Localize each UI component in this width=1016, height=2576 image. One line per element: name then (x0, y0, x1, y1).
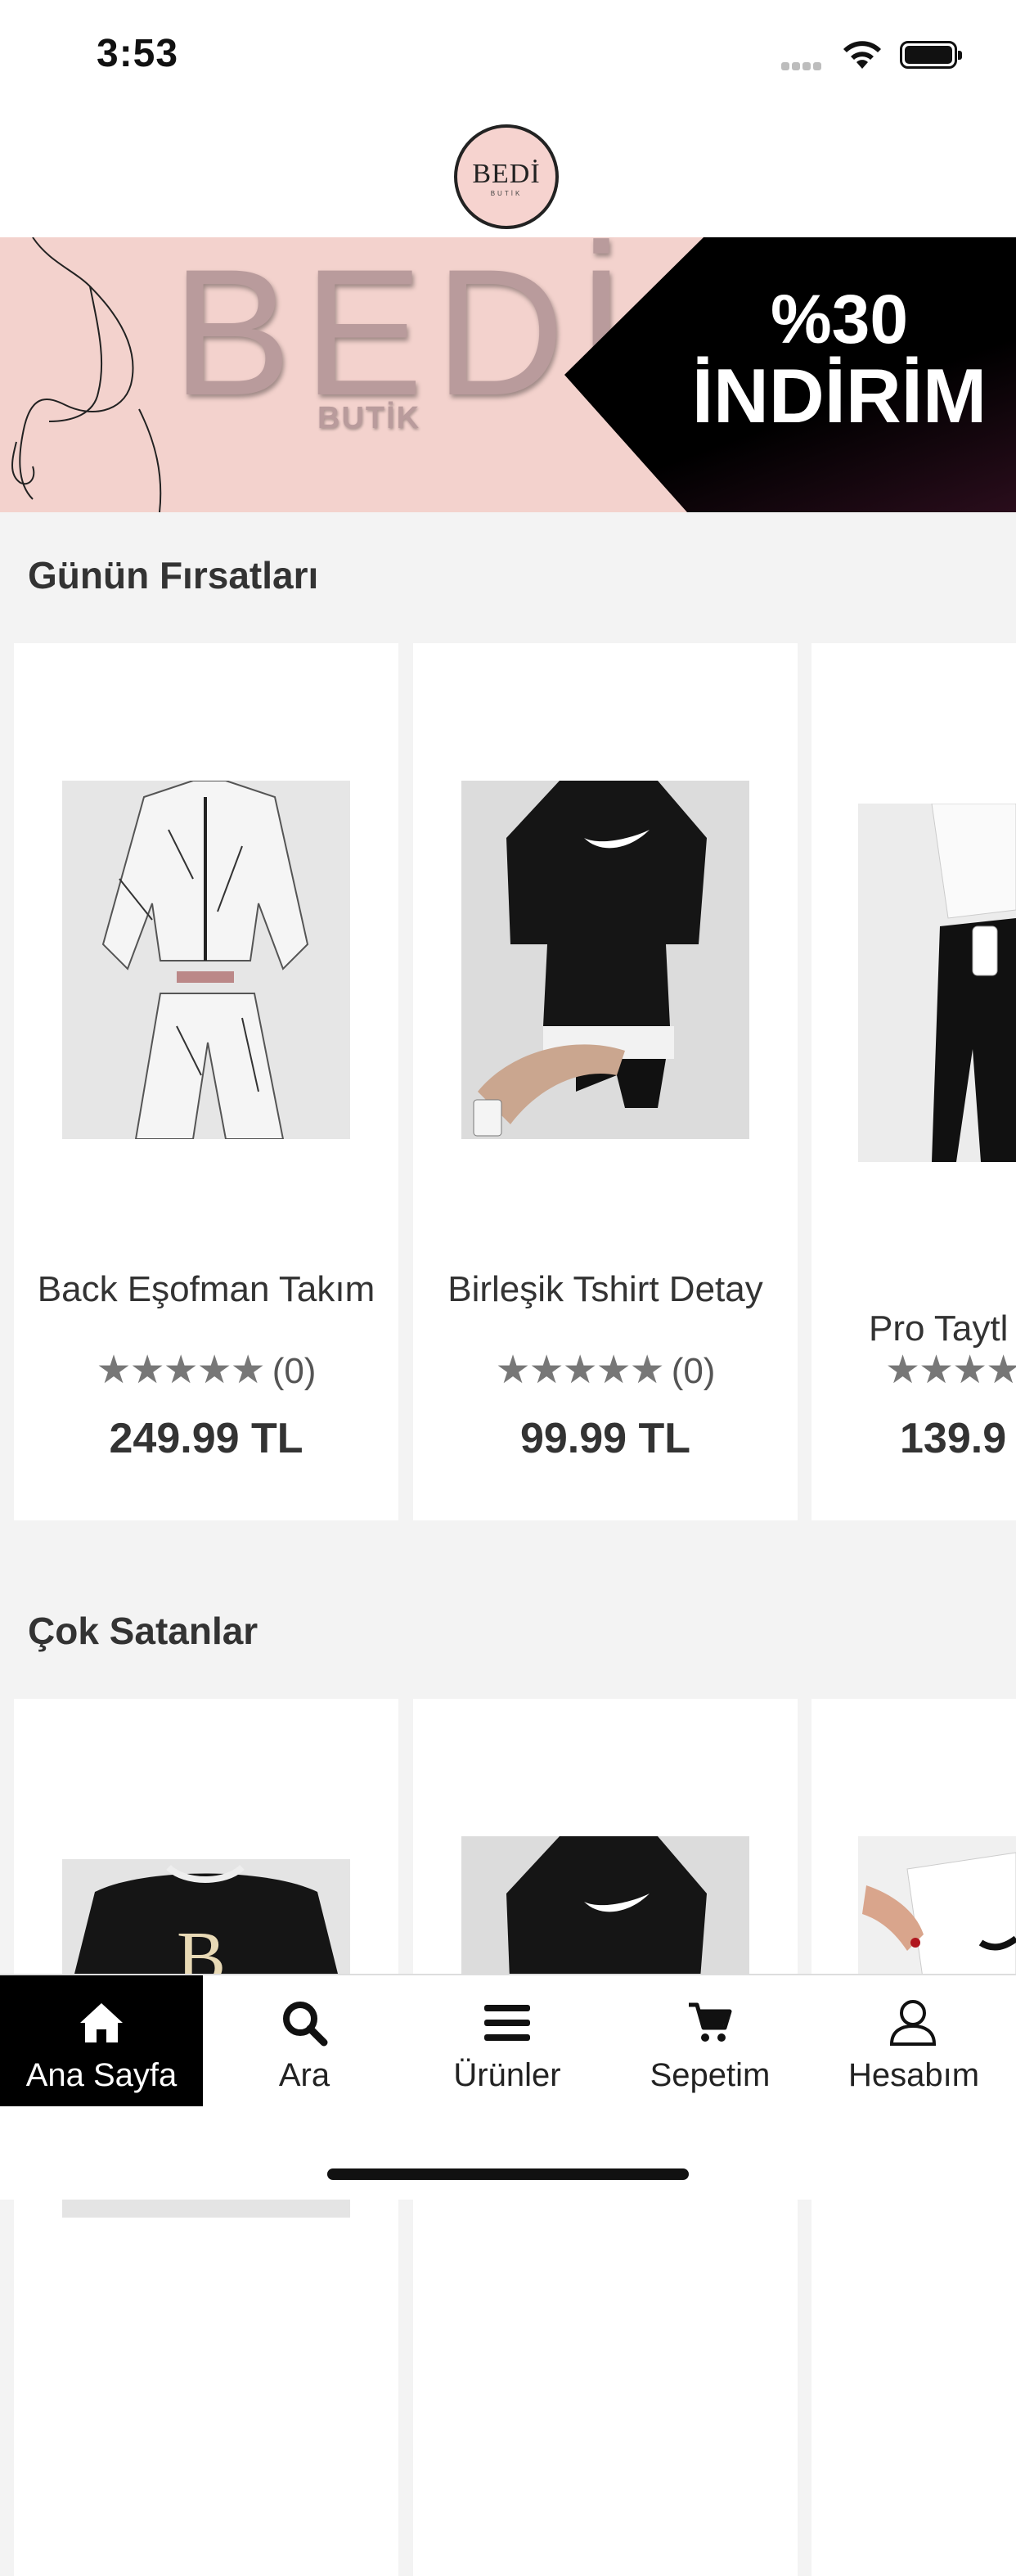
battery-icon (900, 41, 962, 69)
rating-stars-icon: ★★★★★ (96, 1349, 266, 1392)
tab-label: Sepetim (650, 2057, 771, 2093)
tab-cart[interactable]: Sepetim (609, 1975, 811, 2108)
line-art-figure-illustration (11, 237, 162, 512)
section-title-deals: Günün Fırsatları (28, 554, 319, 597)
rating-stars-icon: ★★★★★ (495, 1349, 665, 1392)
discount-label: İNDİRİM (691, 353, 987, 439)
tab-account[interactable]: Hesabım (811, 1975, 1016, 2108)
product-image (461, 781, 749, 1139)
tab-products[interactable]: Ürünler (406, 1975, 609, 2108)
banner-subtitle: BUTİK (317, 401, 421, 435)
rating-count: (0) (671, 1351, 716, 1391)
home-icon (80, 2003, 123, 2042)
product-name: Pro Taytl (869, 1308, 1009, 1349)
cellular-signal-icon (781, 60, 824, 74)
tab-label: Hesabım (847, 2057, 980, 2093)
home-indicator[interactable] (327, 2168, 689, 2180)
status-time: 3:53 (97, 32, 179, 75)
promo-banner[interactable]: BEDİ BUTİK %30 İNDİRİM (0, 237, 1016, 512)
product-card[interactable]: Birleşik Tshirt Detay ★★★★★ (0) 99.99 TL (413, 643, 798, 1520)
rating-stars-icon: ★★★★ (885, 1349, 1016, 1392)
product-rating: ★★★★★ (0) (413, 1347, 798, 1393)
menu-icon (484, 2005, 530, 2041)
product-rating: ★★★★ (885, 1347, 1016, 1393)
product-rating: ★★★★★ (0) (14, 1347, 398, 1393)
tab-label: Ara (278, 2057, 330, 2093)
logo-text: BEDİ (472, 159, 541, 189)
product-price: 249.99 TL (109, 1415, 303, 1462)
wifi-icon (843, 41, 881, 69)
product-image (62, 781, 350, 1139)
rating-count: (0) (272, 1351, 317, 1391)
product-price: 99.99 TL (519, 1415, 691, 1462)
logo-subtext: BUTİK (490, 190, 523, 197)
section-title-bestsellers: Çok Satanlar (28, 1610, 258, 1652)
product-card[interactable]: Pro Taytl ★★★★ 139.9 (811, 643, 1016, 1520)
home-indicator-area (0, 2106, 1016, 2200)
bottom-tab-bar: Ana Sayfa Ara Ürünler Sepetim Hesabım (0, 1974, 1016, 2108)
cart-icon (689, 2002, 732, 2042)
brand-logo[interactable]: BEDİ BUTİK (454, 124, 559, 229)
product-card[interactable]: Back Eşofman Takım ★★★★★ (0) 249.99 TL (14, 643, 398, 1520)
app-header: BEDİ BUTİK (0, 115, 1016, 238)
user-icon (889, 2000, 937, 2046)
tab-label: Ana Sayfa (25, 2057, 178, 2093)
search-icon (283, 2002, 328, 2047)
product-name: Birleşik Tshirt Detay (447, 1269, 763, 1309)
status-bar: 3:53 (0, 0, 1016, 115)
tab-home[interactable]: Ana Sayfa (0, 1975, 203, 2108)
tab-search[interactable]: Ara (203, 1975, 406, 2108)
product-price: 139.9 (900, 1415, 1007, 1462)
product-name: Back Eşofman Takım (37, 1269, 375, 1309)
tab-label: Ürünler (453, 2057, 561, 2093)
product-image (858, 804, 1016, 1162)
